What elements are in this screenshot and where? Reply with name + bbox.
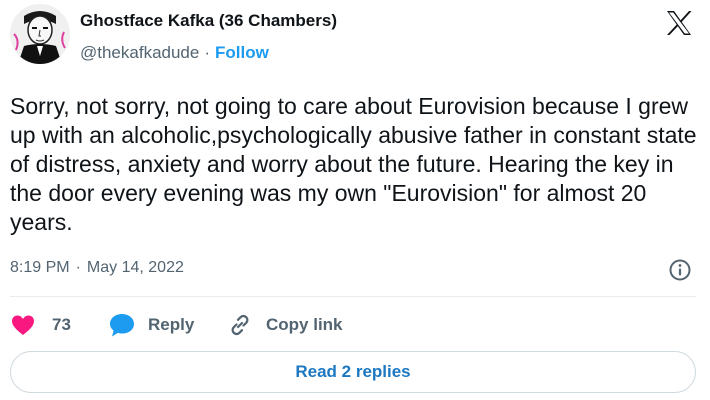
divider [10,296,696,297]
read-replies-button[interactable]: Read 2 replies [10,351,696,393]
reply-bubble-icon [110,314,134,337]
like-button[interactable]: 73 [10,310,71,340]
handle-separator: · [204,43,211,62]
author-display-name[interactable]: Ghostface Kafka (36 Chambers) [80,11,337,31]
like-count: 73 [52,315,71,334]
link-icon [231,314,249,336]
author-handle-row: @thekafkadude · Follow [80,43,269,63]
read-replies-label: Read 2 replies [295,362,411,381]
tweet-date: May 14, 2022 [86,259,184,276]
tweet-text: Sorry, not sorry, not going to care abou… [10,93,697,235]
copy-link-button[interactable]: Copy link [228,310,343,340]
tweet-time: 8:19 PM [10,259,70,276]
reply-button[interactable]: Reply [108,310,194,340]
author-handle[interactable]: @thekafkadude [80,43,199,62]
kafka-portrait-avatar [10,4,70,64]
copy-link-label: Copy link [266,315,343,334]
avatar[interactable] [10,4,70,64]
tweet-timestamp[interactable]: 8:19 PM · May 14, 2022 [10,259,184,277]
x-logo-icon[interactable] [664,8,694,38]
timestamp-separator: · [75,259,81,276]
info-icon[interactable] [668,258,692,282]
heart-icon [12,315,34,335]
follow-button[interactable]: Follow [215,43,269,62]
reply-label: Reply [148,315,195,334]
